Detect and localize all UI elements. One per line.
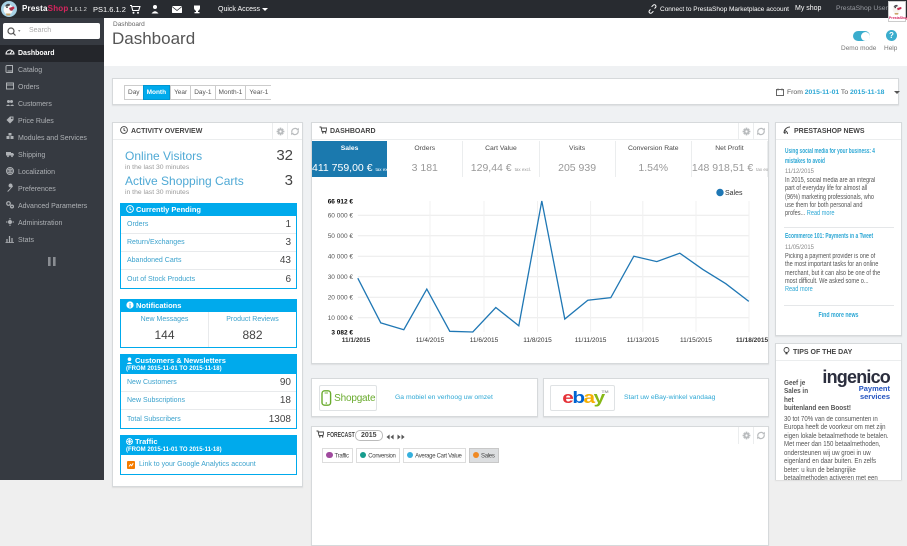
- svg-text:i: i: [129, 302, 131, 309]
- svg-text:50 000 €: 50 000 €: [328, 233, 354, 240]
- svg-text:20 000 €: 20 000 €: [328, 295, 354, 302]
- svg-text:11/11/2015: 11/11/2015: [575, 337, 607, 344]
- svg-text:40 000 €: 40 000 €: [328, 254, 354, 261]
- svg-text:66 912 €: 66 912 €: [328, 199, 354, 206]
- svg-text:Sales: Sales: [725, 190, 743, 197]
- svg-text:3 082 €: 3 082 €: [331, 330, 353, 337]
- svg-text:11/18/2015: 11/18/2015: [736, 337, 768, 344]
- svg-text:11/8/2015: 11/8/2015: [523, 337, 552, 344]
- svg-text:11/13/2015: 11/13/2015: [627, 337, 659, 344]
- svg-text:11/4/2015: 11/4/2015: [416, 337, 445, 344]
- svg-text:11/1/2015: 11/1/2015: [342, 337, 371, 344]
- svg-text:11/6/2015: 11/6/2015: [470, 337, 499, 344]
- svg-text:11/15/2015: 11/15/2015: [680, 337, 712, 344]
- svg-text:30 000 €: 30 000 €: [328, 274, 354, 281]
- svg-text:10 000 €: 10 000 €: [328, 315, 354, 322]
- svg-text:60 000 €: 60 000 €: [328, 213, 354, 220]
